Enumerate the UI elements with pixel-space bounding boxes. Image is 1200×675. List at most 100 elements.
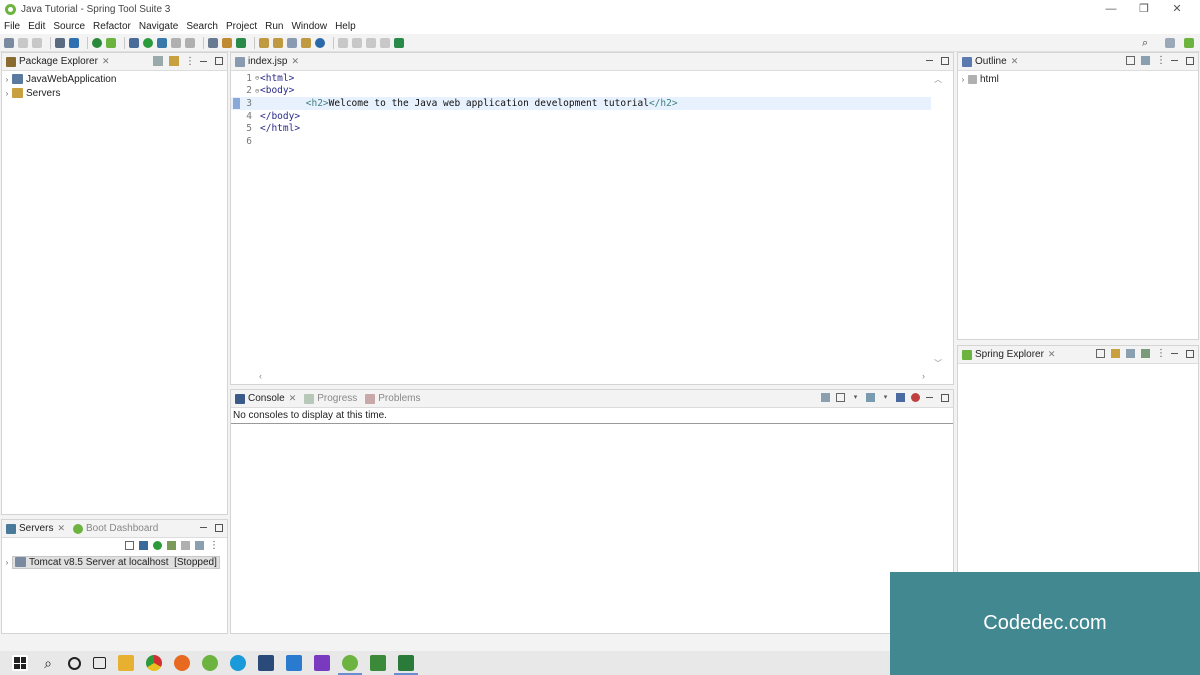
code-line[interactable]: 4 </body> — [231, 110, 953, 123]
code-line[interactable]: 6 — [231, 135, 953, 148]
tab-boot-dashboard[interactable]: Boot Dashboard — [73, 523, 158, 534]
open-perspective-icon[interactable] — [1165, 38, 1175, 48]
collapse-all-icon[interactable] — [153, 56, 163, 66]
visual-studio-icon[interactable] — [314, 655, 330, 671]
notepad-plus-icon[interactable] — [370, 655, 386, 671]
new-class-icon[interactable] — [236, 37, 246, 48]
debug-icon[interactable] — [129, 37, 139, 48]
previous-annotation-icon[interactable] — [352, 37, 362, 48]
code-line[interactable]: 1 ⊖ <html> — [231, 72, 953, 85]
menu-refactor[interactable]: Refactor — [93, 21, 131, 32]
open-task-icon[interactable] — [273, 37, 283, 48]
view-menu-icon[interactable]: ⋮ — [209, 541, 219, 551]
spring-tool-suite-taskbar-icon[interactable] — [202, 655, 218, 671]
close-tab-icon[interactable]: ✕ — [102, 56, 110, 67]
menu-search[interactable]: Search — [186, 21, 218, 32]
close-tab-icon[interactable]: ✕ — [289, 393, 297, 404]
tree-item-html[interactable]: › html — [958, 72, 1198, 86]
link-editor-icon[interactable] — [1111, 349, 1120, 358]
open-type-icon[interactable] — [259, 37, 269, 48]
pin-console-icon[interactable] — [821, 393, 830, 402]
spring-tool-suite-active-icon[interactable] — [338, 655, 362, 675]
minimize-view-icon[interactable] — [1171, 56, 1180, 65]
forward-icon[interactable] — [380, 37, 390, 48]
view-menu-icon[interactable]: ⋮ — [1156, 349, 1166, 359]
close-tab-icon[interactable]: ✕ — [57, 523, 65, 534]
publish-icon[interactable] — [195, 541, 204, 550]
minimize-view-icon[interactable] — [200, 523, 209, 532]
tab-servers[interactable]: Servers ✕ — [6, 523, 65, 534]
close-tab-icon[interactable]: ✕ — [1011, 56, 1019, 67]
restore-button[interactable]: ❐ — [1137, 2, 1151, 16]
dropdown-icon[interactable]: ▾ — [851, 393, 860, 402]
scroll-left-icon[interactable]: ‹ — [259, 371, 262, 381]
stop-icon[interactable] — [171, 37, 181, 48]
menu-navigate[interactable]: Navigate — [139, 21, 178, 32]
refresh-icon[interactable] — [106, 37, 116, 48]
collapse-all-icon[interactable] — [1096, 349, 1105, 358]
search-taskbar-icon[interactable]: ⌕ — [40, 655, 56, 671]
menu-project[interactable]: Project — [226, 21, 257, 32]
tab-console[interactable]: Console ✕ — [235, 393, 296, 404]
folder-open-icon[interactable] — [301, 37, 311, 48]
maximize-view-icon[interactable] — [215, 57, 223, 65]
new-icon[interactable] — [4, 37, 14, 48]
search-icon[interactable]: ⌕ — [1142, 37, 1148, 50]
pin-editor-icon[interactable] — [394, 37, 404, 48]
scroll-up-icon[interactable]: ︿ — [934, 74, 942, 85]
firefox-icon[interactable] — [174, 655, 190, 671]
expand-icon[interactable]: › — [2, 89, 12, 98]
minimize-button[interactable]: — — [1104, 2, 1118, 16]
view-menu-icon[interactable]: ⋮ — [185, 56, 195, 66]
camtasia-icon[interactable] — [394, 655, 418, 675]
maximize-view-icon[interactable] — [1186, 349, 1194, 358]
terminal-icon[interactable] — [55, 37, 65, 48]
expand-icon[interactable]: › — [2, 558, 12, 567]
menu-window[interactable]: Window — [291, 21, 327, 32]
tab-package-explorer[interactable]: Package Explorer ✕ — [6, 56, 109, 67]
sort-icon[interactable] — [1141, 56, 1150, 65]
dropdown-icon[interactable]: ▾ — [881, 393, 890, 402]
maximize-view-icon[interactable] — [941, 56, 949, 65]
cortana-icon[interactable] — [68, 656, 81, 670]
minimize-view-icon[interactable] — [926, 393, 935, 402]
spring-console-icon[interactable] — [911, 393, 920, 402]
tree-item-tomcat-server[interactable]: › Tomcat v8.5 Server at localhost [Stopp… — [2, 555, 227, 569]
new-java-project-icon[interactable] — [208, 37, 218, 48]
menu-edit[interactable]: Edit — [28, 21, 45, 32]
code-editor[interactable]: 1 ⊖ <html> 2 ⊖ <body> 3 <h2>Welcome to t… — [231, 71, 953, 148]
tab-progress[interactable]: Progress — [304, 393, 357, 404]
scroll-down-icon[interactable]: ﹀ — [934, 358, 942, 369]
spring-boot-icon[interactable] — [92, 37, 102, 48]
view-menu-icon[interactable]: ⋮ — [1156, 56, 1166, 66]
start-server-icon[interactable] — [153, 541, 162, 550]
tree-item-servers[interactable]: › Servers — [2, 86, 227, 100]
close-tab-icon[interactable]: ✕ — [291, 56, 299, 67]
code-line-current[interactable]: 3 <h2>Welcome to the Java web applicatio… — [231, 97, 931, 110]
close-tab-icon[interactable]: ✕ — [1048, 349, 1056, 360]
filter-icon[interactable] — [1126, 349, 1135, 358]
tree-item-java-web-application[interactable]: › JavaWebApplication — [2, 72, 227, 86]
tab-problems[interactable]: Problems — [365, 393, 421, 404]
link-editor-icon[interactable] — [169, 56, 179, 66]
vscode-icon[interactable] — [286, 655, 302, 671]
next-annotation-icon[interactable] — [338, 37, 348, 48]
maximize-view-icon[interactable] — [1186, 56, 1194, 65]
close-window-button[interactable]: ✕ — [1170, 2, 1184, 16]
save-all-icon[interactable] — [32, 37, 42, 48]
file-explorer-icon[interactable] — [118, 655, 134, 671]
open-console-icon[interactable] — [866, 393, 875, 402]
external-tools-icon[interactable] — [157, 37, 167, 48]
minimize-view-icon[interactable] — [926, 56, 935, 65]
new-package-icon[interactable] — [222, 37, 232, 48]
expand-icon[interactable]: › — [958, 75, 968, 84]
menu-run[interactable]: Run — [265, 21, 283, 32]
minimize-view-icon[interactable] — [200, 57, 209, 66]
minimize-view-icon[interactable] — [1171, 349, 1180, 358]
collapse-icon[interactable] — [125, 541, 134, 550]
console-settings-icon[interactable] — [896, 393, 905, 402]
horizontal-scrollbar[interactable]: ‹ › — [257, 371, 933, 383]
maximize-view-icon[interactable] — [941, 393, 949, 402]
debug-server-icon[interactable] — [139, 541, 148, 550]
profile-server-icon[interactable] — [167, 541, 176, 550]
